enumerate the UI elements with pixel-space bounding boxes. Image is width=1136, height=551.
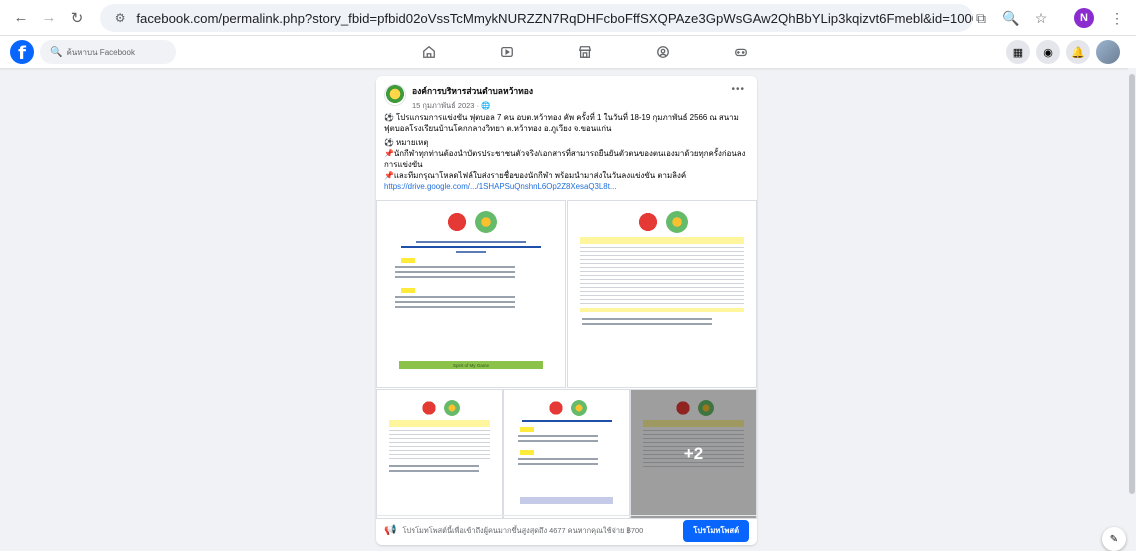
boost-bar: 📢 โปรโมทโพสต์นี้เพื่อเข้าถึงผู้คนมากขึ้น… [376,515,757,545]
messenger-icon[interactable]: ◉ [1036,40,1060,64]
home-icon[interactable] [390,36,468,68]
gaming-icon[interactable] [702,36,780,68]
photo-4[interactable] [503,389,630,519]
forward-icon[interactable]: → [38,7,60,29]
facebook-search[interactable]: 🔍 [40,40,176,64]
notifications-bell-icon[interactable]: 🔔 [1066,40,1090,64]
bookmark-star-icon[interactable]: ☆ [1030,7,1052,29]
post-date-text: 15 กุมภาพันธ์ 2023 · [412,101,481,110]
address-bar[interactable]: ⚙ facebook.com/permalink.php?story_fbid=… [100,4,973,32]
page-name[interactable]: องค์การบริหารส่วนตำบลหว้าทอง [412,84,533,98]
boost-post-button[interactable]: โปรโมทโพสต์ [683,520,749,542]
menu-grid-icon[interactable]: ▦ [1006,40,1030,64]
back-icon[interactable]: ← [10,7,32,29]
post-text-line: 📌และทีมกรุณาโหลดไฟล์ใบส่งรายชื่อของนักกี… [384,170,749,181]
post-text-line: ⚽ หมายเหตุ [384,137,749,148]
new-message-icon[interactable]: ✎ [1102,527,1126,551]
install-app-icon[interactable]: ⧉ [970,7,992,29]
photo-3[interactable] [376,389,503,519]
search-icon: 🔍 [50,47,62,58]
zoom-icon[interactable]: 🔍 [1000,7,1022,29]
boost-text: โปรโมทโพสต์นี้เพื่อเข้าถึงผู้คนมากขึ้นสู… [402,525,683,537]
account-avatar[interactable] [1096,40,1120,64]
post-body: ⚽ โปรแกรมการแข่งขัน ฟุตบอล 7 คน อบต.หว้า… [376,112,757,192]
scrollbar-thumb[interactable] [1129,74,1135,494]
post-text-line: 📌นักกีฬาทุกท่านต้องนำบัตรประชาชนตัวจริง/… [384,148,749,170]
photo-5-more[interactable]: +2 [630,389,757,519]
main-nav-tabs [390,36,780,68]
url-text[interactable]: facebook.com/permalink.php?story_fbid=pf… [136,11,973,26]
globe-icon: 🌐 [481,101,490,110]
profile-avatar[interactable]: N [1074,8,1094,28]
post-card: องค์การบริหารส่วนตำบลหว้าทอง 15 กุมภาพัน… [376,76,757,545]
page-scrollbar[interactable] [1128,68,1136,545]
post-timestamp[interactable]: 15 กุมภาพันธ์ 2023 · 🌐 [412,100,533,112]
more-photos-count[interactable]: +2 [631,390,756,518]
search-input[interactable] [66,48,176,57]
photo-1[interactable]: Spirit of My Game [376,200,566,388]
browser-toolbar: ← → ↻ ⚙ facebook.com/permalink.php?story… [0,0,1136,36]
marketplace-icon[interactable] [546,36,624,68]
video-icon[interactable] [468,36,546,68]
site-info-icon[interactable]: ⚙ [112,9,128,27]
post-header: องค์การบริหารส่วนตำบลหว้าทอง 15 กุมภาพัน… [376,76,757,112]
photo-2[interactable] [567,200,757,388]
more-options-icon[interactable]: ••• [731,84,745,95]
reload-icon[interactable]: ↻ [66,7,88,29]
drive-link[interactable]: https://drive.google.com/.../1SHAPSuQnsh… [384,181,749,192]
browser-menu-icon[interactable]: ⋮ [1106,7,1128,29]
facebook-logo-icon[interactable]: f [10,40,34,64]
page-avatar[interactable] [384,84,406,106]
facebook-header: f 🔍 ▦ ◉ 🔔 [0,36,1136,68]
groups-icon[interactable] [624,36,702,68]
megaphone-icon: 📢 [384,525,396,536]
poster-footer-label: Spirit of My Game [399,361,543,369]
post-text-line: ⚽ โปรแกรมการแข่งขัน ฟุตบอล 7 คน อบต.หว้า… [384,112,749,134]
